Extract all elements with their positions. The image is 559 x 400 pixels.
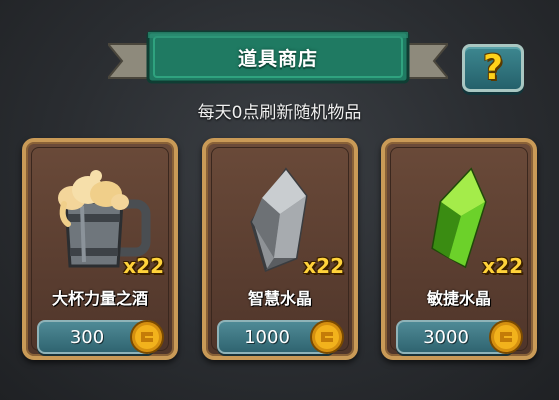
item-name: 大杯力量之酒 bbox=[51, 289, 148, 308]
gold-coin-icon bbox=[489, 320, 523, 354]
item-quantity: x22 bbox=[123, 254, 164, 278]
item-name: 智慧水晶 bbox=[247, 289, 312, 308]
gold-coin-icon bbox=[130, 320, 164, 354]
item-quantity: x22 bbox=[482, 254, 523, 278]
buy-button[interactable]: 300 bbox=[37, 320, 164, 354]
item-quantity: x22 bbox=[303, 254, 344, 278]
item-price: 3000 bbox=[423, 327, 469, 348]
shop-item-card[interactable]: x22 大杯力量之酒 300 bbox=[22, 138, 178, 360]
question-mark-icon: ? bbox=[483, 48, 503, 88]
item-price: 300 bbox=[69, 327, 105, 348]
help-button[interactable]: ? bbox=[462, 44, 524, 92]
buy-button[interactable]: 1000 bbox=[217, 320, 344, 354]
refresh-notice: 每天0点刷新随机物品 bbox=[197, 103, 362, 123]
title-banner: 道具商店 bbox=[108, 30, 448, 88]
gold-coin-icon bbox=[310, 320, 344, 354]
item-name: 敏捷水晶 bbox=[426, 289, 491, 308]
item-price: 1000 bbox=[244, 327, 290, 348]
shop-title: 道具商店 bbox=[237, 48, 318, 70]
shop-item-card[interactable]: x22 敏捷水晶 3000 bbox=[381, 138, 537, 360]
shop-item-card[interactable]: x22 智慧水晶 1000 bbox=[202, 138, 358, 360]
buy-button[interactable]: 3000 bbox=[396, 320, 523, 354]
